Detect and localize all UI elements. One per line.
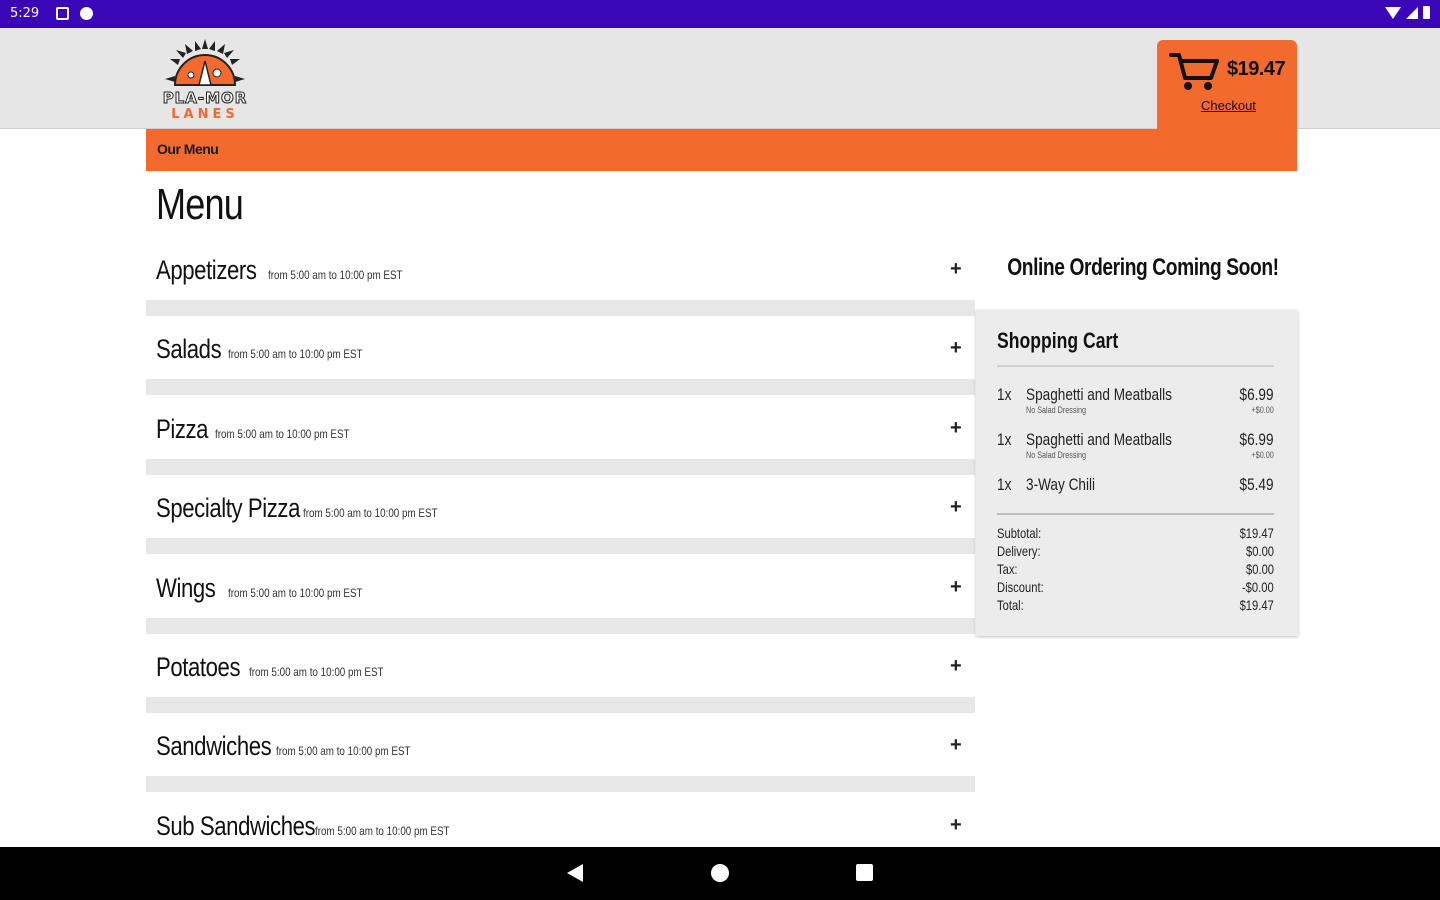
item-modifier: No Salad Dressing: [1026, 405, 1087, 415]
totals-label: Delivery:: [997, 543, 1041, 559]
totals-row-delivery: Delivery: $0.00: [997, 543, 1274, 561]
header-cart[interactable]: $19.47 Checkout: [1157, 40, 1297, 171]
cart-total: $19.47: [1227, 58, 1286, 80]
status-icons: [1385, 6, 1430, 19]
expand-icon[interactable]: +: [950, 418, 962, 438]
divider: [146, 458, 975, 475]
item-quantity: 1x: [997, 430, 1012, 449]
menu-category[interactable]: Specialty Pizza from 5:00 am to 10:00 pm…: [146, 475, 975, 555]
menu-category[interactable]: Potatoes from 5:00 am to 10:00 pm EST +: [146, 633, 975, 713]
totals-value: -$0.00: [1242, 579, 1274, 595]
status-bar: 5:29: [0, 0, 1440, 28]
expand-icon[interactable]: +: [950, 497, 962, 517]
cart-item[interactable]: 1x Spaghetti and Meatballs $6.99 No Sala…: [997, 383, 1274, 423]
menu-category[interactable]: Wings from 5:00 am to 10:00 pm EST +: [146, 554, 975, 634]
item-name: 3-Way Chili: [1026, 475, 1096, 494]
notification-icon: [56, 7, 69, 20]
expand-icon[interactable]: +: [950, 577, 962, 597]
divider: [146, 617, 975, 634]
status-time: 5:29: [10, 6, 40, 21]
shopping-cart-panel: Shopping Cart 1x Spaghetti and Meatballs…: [976, 310, 1298, 636]
totals-value: $0.00: [1245, 543, 1274, 559]
totals-label: Total:: [997, 597, 1024, 613]
back-icon[interactable]: [567, 864, 583, 882]
category-hours: from 5:00 am to 10:00 pm EST: [303, 506, 438, 521]
home-icon[interactable]: [711, 864, 729, 882]
item-modifier-price: +$0.00: [1251, 405, 1274, 415]
recent-apps-icon[interactable]: [856, 864, 873, 881]
item-name: Spaghetti and Meatballs: [1026, 430, 1172, 449]
totals-row-discount: Discount: -$0.00: [997, 579, 1274, 597]
item-quantity: 1x: [997, 385, 1012, 404]
item-modifier-price: +$0.00: [1251, 450, 1274, 460]
item-price: $5.49: [1239, 475, 1274, 494]
expand-icon[interactable]: +: [950, 656, 962, 676]
app-notification-icon: [80, 7, 93, 20]
totals-label: Subtotal:: [997, 525, 1042, 541]
category-hours: from 5:00 am to 10:00 pm EST: [228, 347, 363, 362]
divider: [997, 513, 1274, 515]
expand-icon[interactable]: +: [950, 815, 962, 835]
cart-icon[interactable]: [1169, 50, 1221, 92]
totals-label: Discount:: [997, 579, 1044, 595]
totals-row-subtotal: Subtotal: $19.47: [997, 525, 1274, 543]
menu-category[interactable]: Salads from 5:00 am to 10:00 pm EST +: [146, 316, 975, 396]
item-price: $6.99: [1239, 430, 1274, 449]
cart-item[interactable]: 1x 3-Way Chili $5.49: [997, 473, 1274, 513]
menu-category-list: Appetizers from 5:00 am to 10:00 pm EST …: [146, 237, 975, 872]
wifi-icon: [1385, 6, 1401, 19]
menu-category[interactable]: Pizza from 5:00 am to 10:00 pm EST +: [146, 395, 975, 475]
divider: [146, 379, 975, 396]
divider: [146, 300, 975, 316]
item-modifier: No Salad Dressing: [1026, 450, 1087, 460]
totals-value: $19.47: [1239, 597, 1274, 613]
totals-value: $0.00: [1245, 561, 1274, 577]
item-quantity: 1x: [997, 475, 1012, 494]
expand-icon[interactable]: +: [950, 259, 962, 279]
nav-item-our-menu[interactable]: Our Menu: [157, 141, 219, 157]
category-hours: from 5:00 am to 10:00 pm EST: [268, 268, 403, 282]
item-name: Spaghetti and Meatballs: [1026, 385, 1172, 404]
checkout-link[interactable]: Checkout: [1201, 98, 1256, 113]
system-nav-bar: [0, 847, 1440, 900]
totals-label: Tax:: [997, 561, 1018, 577]
cart-totals: Subtotal: $19.47 Delivery: $0.00 Tax: $0…: [997, 525, 1274, 615]
category-name: Sub Sandwiches: [156, 810, 316, 841]
category-name: Pizza: [156, 413, 209, 444]
category-hours: from 5:00 am to 10:00 pm EST: [249, 664, 384, 679]
logo-title: PLA-MOR: [162, 89, 248, 107]
menu-category[interactable]: Appetizers from 5:00 am to 10:00 pm EST …: [146, 237, 975, 316]
divider: [997, 365, 1274, 367]
category-hours: from 5:00 am to 10:00 pm EST: [228, 585, 363, 600]
ordering-notice: Online Ordering Coming Soon!: [1007, 254, 1279, 281]
item-price: $6.99: [1239, 385, 1274, 404]
logo-subtitle: LANES: [171, 107, 239, 122]
cart-title: Shopping Cart: [997, 328, 1119, 353]
category-name: Appetizers: [156, 255, 257, 285]
totals-row-tax: Tax: $0.00: [997, 561, 1274, 579]
totals-row-total: Total: $19.47: [997, 597, 1274, 615]
divider: [146, 696, 975, 713]
divider: [146, 538, 975, 555]
category-name: Potatoes: [156, 651, 241, 682]
totals-value: $19.47: [1239, 525, 1274, 541]
nav-bar: Our Menu: [146, 129, 1297, 171]
category-hours: from 5:00 am to 10:00 pm EST: [215, 426, 350, 441]
divider: [146, 776, 975, 793]
category-name: Salads: [156, 334, 222, 365]
category-name: Specialty Pizza: [156, 493, 300, 524]
page-title: Menu: [156, 180, 244, 229]
menu-category[interactable]: Sandwiches from 5:00 am to 10:00 pm EST …: [146, 713, 975, 793]
battery-icon: [1423, 6, 1430, 19]
category-hours: from 5:00 am to 10:00 pm EST: [315, 823, 450, 838]
category-name: Wings: [156, 572, 216, 603]
signal-icon: [1406, 6, 1418, 19]
category-hours: from 5:00 am to 10:00 pm EST: [276, 744, 411, 759]
category-name: Sandwiches: [156, 731, 272, 762]
cart-item[interactable]: 1x Spaghetti and Meatballs $6.99 No Sala…: [997, 428, 1274, 468]
expand-icon[interactable]: +: [950, 735, 962, 755]
expand-icon[interactable]: +: [950, 338, 962, 358]
